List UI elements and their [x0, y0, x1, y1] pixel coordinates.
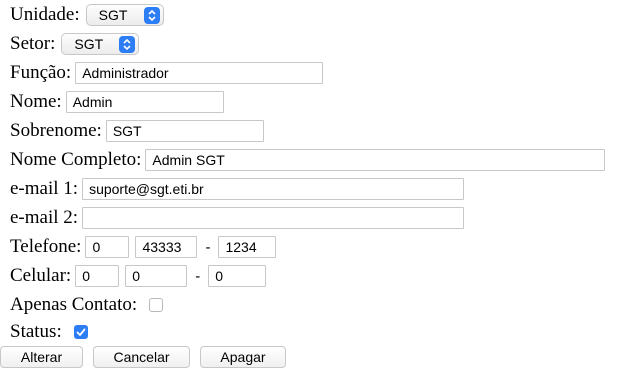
telefone-ddd-input[interactable]: 0: [85, 236, 130, 258]
setor-select-value: SGT: [74, 36, 104, 52]
sobrenome-input[interactable]: SGT: [105, 120, 264, 142]
email2-row: e-mail 2:: [10, 206, 465, 230]
nome-row: Nome: Admin: [10, 90, 224, 114]
telefone-suffix-input[interactable]: 1234: [218, 236, 277, 258]
email1-row: e-mail 1: suporte@sgt.eti.br: [10, 177, 465, 201]
funcao-row: Função: Administrador: [10, 61, 324, 85]
unidade-select[interactable]: SGT: [85, 4, 164, 26]
email1-input[interactable]: suporte@sgt.eti.br: [82, 178, 465, 200]
unidade-row: Unidade: SGT: [10, 3, 164, 27]
telefone-separator: -: [205, 238, 211, 256]
nome-completo-label: Nome Completo:: [10, 149, 142, 170]
apenas-contato-label: Apenas Contato:: [10, 294, 138, 315]
setor-select[interactable]: SGT: [61, 33, 140, 55]
email2-input[interactable]: [82, 207, 465, 229]
apagar-button[interactable]: Apagar: [200, 346, 286, 368]
sobrenome-label: Sobrenome:: [10, 120, 102, 141]
setor-row: Setor: SGT: [10, 32, 140, 56]
setor-label: Setor:: [10, 33, 56, 54]
sobrenome-row: Sobrenome: SGT: [10, 119, 264, 143]
celular-row: Celular: 0 0 - 0: [10, 264, 267, 288]
cancelar-button[interactable]: Cancelar: [93, 346, 190, 368]
unidade-label: Unidade:: [10, 4, 80, 25]
celular-suffix-input[interactable]: 0: [208, 265, 267, 287]
select-stepper-icon: [119, 35, 136, 53]
telefone-row: Telefone: 0 43333 - 1234: [10, 235, 277, 259]
status-checkbox[interactable]: [73, 325, 88, 339]
apenas-contato-row: Apenas Contato:: [10, 293, 164, 317]
checkmark-icon: [76, 328, 86, 336]
status-label: Status:: [10, 321, 62, 342]
telefone-label: Telefone:: [10, 236, 82, 257]
apenas-contato-checkbox[interactable]: [149, 298, 164, 312]
telefone-prefix-input[interactable]: 43333: [135, 236, 198, 258]
celular-separator: -: [195, 267, 201, 285]
celular-label: Celular:: [10, 265, 72, 286]
celular-prefix-input[interactable]: 0: [125, 265, 188, 287]
celular-ddd-input[interactable]: 0: [75, 265, 120, 287]
email2-label: e-mail 2:: [10, 207, 79, 228]
status-row: Status:: [10, 320, 88, 344]
nome-completo-input[interactable]: Admin SGT: [145, 149, 606, 171]
email1-label: e-mail 1:: [10, 178, 79, 199]
alterar-button[interactable]: Alterar: [0, 346, 83, 368]
nome-input[interactable]: Admin: [65, 91, 224, 113]
select-stepper-icon: [143, 6, 160, 24]
funcao-input[interactable]: Administrador: [75, 62, 324, 84]
nome-completo-row: Nome Completo: Admin SGT: [10, 148, 606, 172]
unidade-select-value: SGT: [98, 7, 128, 23]
action-buttons: Alterar Cancelar Apagar: [0, 346, 286, 368]
nome-label: Nome:: [10, 91, 62, 112]
funcao-label: Função:: [10, 62, 72, 83]
